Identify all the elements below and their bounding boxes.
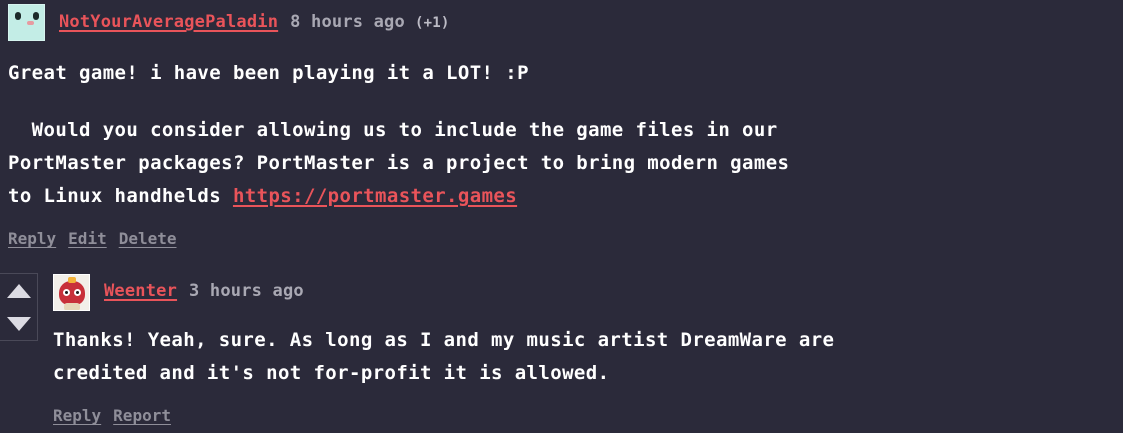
comment-meta: NotYourAveragePaladin 8 hours ago (+1): [59, 12, 449, 32]
delete-link[interactable]: Delete: [119, 229, 177, 248]
comment-body: Great game! i have been playing it a LOT…: [8, 57, 789, 213]
avatar[interactable]: [8, 4, 45, 41]
comment-timestamp: 8 hours ago: [290, 12, 405, 32]
reply-link[interactable]: Reply: [8, 229, 56, 248]
comment-line: to Linux handhelds https://portmaster.ga…: [8, 180, 789, 213]
comment-thread: NotYourAveragePaladin 8 hours ago (+1) Gre…: [0, 0, 1123, 433]
avatar-eye-left: [15, 12, 21, 20]
portmaster-link[interactable]: https://portmaster.games: [233, 185, 517, 207]
report-link[interactable]: Report: [113, 406, 171, 425]
comment-line: PortMaster packages? PortMaster is a pro…: [8, 152, 790, 174]
edit-link[interactable]: Edit: [68, 229, 107, 248]
comment-line: [8, 90, 789, 114]
comment-line: Thanks! Yeah, sure. As long as I and my …: [53, 329, 835, 351]
comment-author-link[interactable]: NotYourAveragePaladin: [59, 12, 278, 32]
comment-body: Thanks! Yeah, sure. As long as I and my …: [53, 324, 834, 390]
vote-controls: [0, 273, 38, 341]
comment-line-text: to Linux handhelds: [8, 185, 233, 207]
comment-actions: Reply Edit Delete: [8, 229, 189, 248]
avatar-eye-right: [74, 289, 81, 296]
avatar-eye-left: [63, 289, 70, 296]
comment-line: Great game! i have been playing it a LOT…: [8, 62, 529, 84]
avatar[interactable]: [53, 274, 90, 311]
upvote-arrow-icon[interactable]: [7, 284, 31, 298]
comment-timestamp: 3 hours ago: [189, 281, 304, 301]
comment-line: Would you consider allowing us to includ…: [8, 119, 778, 141]
downvote-arrow-icon[interactable]: [7, 317, 31, 331]
comment-meta: Weenter 3 hours ago: [104, 281, 304, 301]
avatar-body: [64, 303, 80, 310]
reply-link[interactable]: Reply: [53, 406, 101, 425]
comment-actions: Reply Report: [53, 406, 183, 425]
avatar-eye-right: [33, 12, 39, 20]
avatar-cheek: [27, 21, 34, 25]
comment-line: credited and it's not for-profit it is a…: [53, 362, 610, 384]
vote-count: (+1): [414, 15, 450, 31]
comment-author-link[interactable]: Weenter: [104, 281, 177, 301]
avatar-crown: [68, 277, 76, 283]
